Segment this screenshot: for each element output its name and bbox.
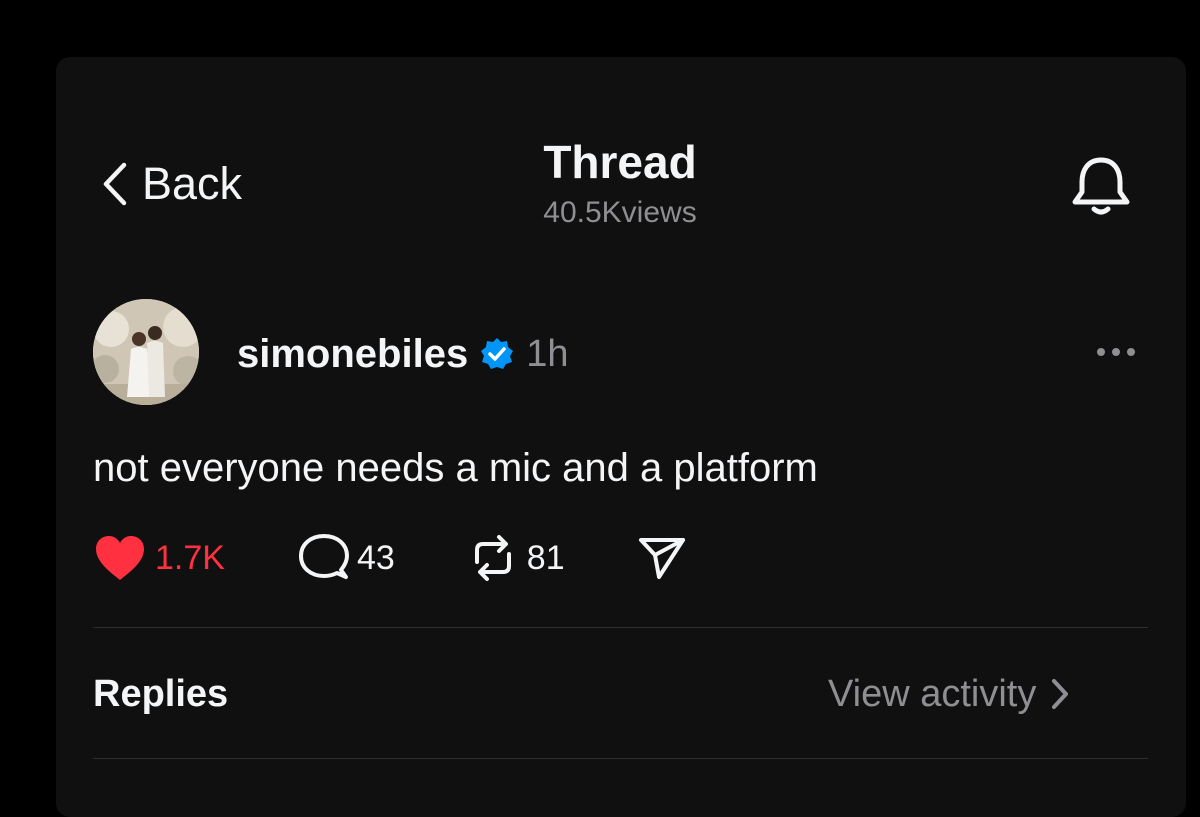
divider bbox=[93, 758, 1148, 759]
view-activity-link[interactable]: View activity bbox=[828, 672, 1070, 716]
verified-badge-icon bbox=[481, 338, 514, 369]
notifications-button[interactable] bbox=[1066, 152, 1136, 227]
replies-heading: Replies bbox=[93, 673, 229, 715]
back-label: Back bbox=[142, 158, 243, 209]
username[interactable]: simonebiles bbox=[237, 332, 468, 377]
post-author-row: simonebiles 1h bbox=[237, 330, 568, 378]
post-actions: 1.7K 43 81 bbox=[93, 530, 687, 586]
chevron-right-icon bbox=[1052, 679, 1069, 709]
post-timestamp: 1h bbox=[526, 332, 569, 375]
header-title-block: Thread 40.5Kviews bbox=[420, 136, 820, 230]
divider bbox=[93, 627, 1148, 628]
like-button[interactable]: 1.7K bbox=[93, 533, 225, 583]
more-options-button[interactable] bbox=[1095, 342, 1137, 367]
reply-count: 43 bbox=[356, 538, 395, 577]
reply-button[interactable]: 43 bbox=[297, 532, 395, 584]
comment-icon bbox=[298, 534, 349, 579]
repost-button[interactable]: 81 bbox=[467, 532, 565, 584]
view-activity-label: View activity bbox=[828, 673, 1037, 715]
like-count: 1.7K bbox=[155, 538, 225, 577]
chevron-left-icon bbox=[103, 162, 127, 206]
post-text: not everyone needs a mic and a platform bbox=[93, 446, 818, 490]
back-button[interactable]: Back bbox=[100, 158, 242, 210]
heart-filled-icon bbox=[96, 536, 144, 580]
view-count: 40.5Kviews bbox=[543, 196, 697, 229]
share-button[interactable] bbox=[637, 535, 687, 581]
send-icon bbox=[638, 538, 685, 579]
repost-icon bbox=[474, 535, 511, 581]
repost-count: 81 bbox=[526, 538, 565, 577]
profile-photo bbox=[93, 299, 199, 405]
more-horizontal-icon bbox=[1097, 348, 1135, 356]
page-title: Thread bbox=[543, 136, 697, 188]
bell-icon bbox=[1072, 157, 1130, 215]
avatar[interactable] bbox=[93, 299, 199, 405]
